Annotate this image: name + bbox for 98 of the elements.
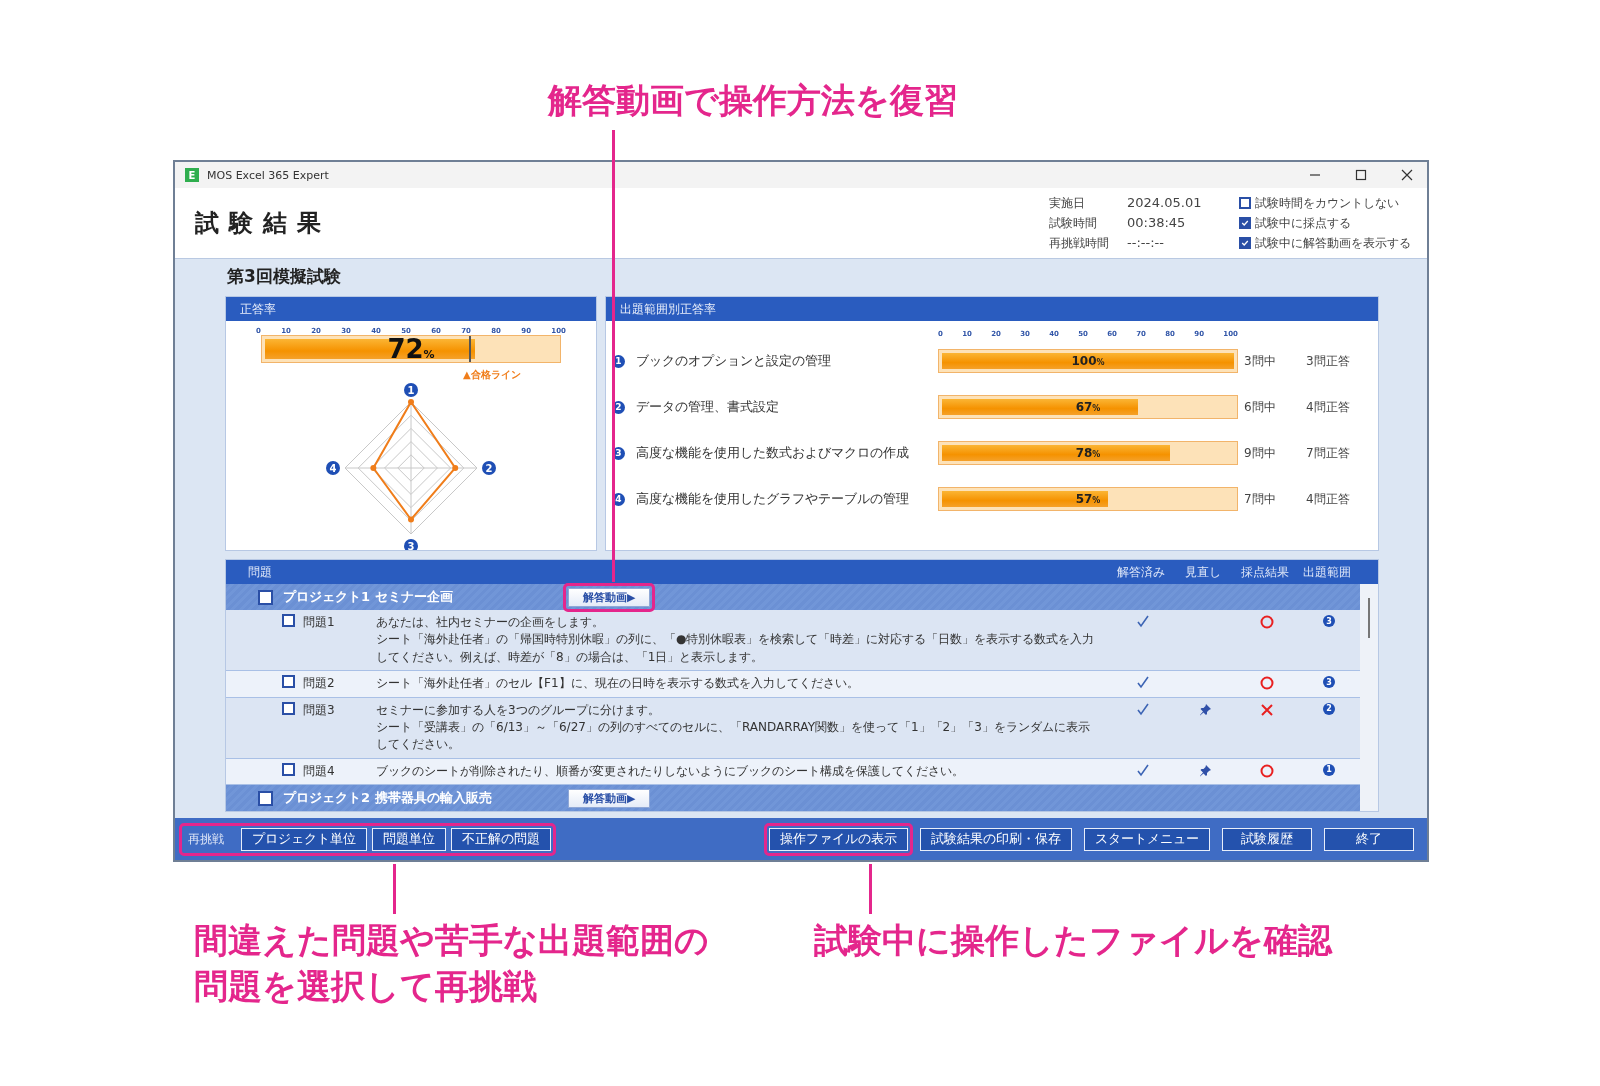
project-title: プロジェクト2 携帯器具の輸入販売 <box>283 789 493 808</box>
domain-name: データの管理、書式設定 <box>636 398 780 416</box>
panel-header: 出題範囲別正答率 <box>606 297 1378 321</box>
question-count: 7問中 <box>1244 490 1277 508</box>
axis-number: 3 <box>404 539 418 550</box>
project-title: プロジェクト1 セミナー企画 <box>283 588 454 606</box>
question-row[interactable]: 問題2 シート「海外赴任者」のセル【F1】に、現在の日時を表示する数式を入力してください。 3 <box>226 671 1360 698</box>
option-label: 試験中に解答動画を表示する <box>1255 234 1411 252</box>
question-text: セミナーに参加する人を3つのグループに分けます。 <box>376 701 661 719</box>
axis-number: 2 <box>482 461 496 475</box>
question-label: 問題1 <box>303 614 335 631</box>
action-button[interactable]: スタートメニュー <box>1084 827 1210 851</box>
axis-number: 4 <box>326 461 340 475</box>
retry-label: 再挑戦 <box>187 830 225 848</box>
correct-count: 4問正答 <box>1306 398 1351 416</box>
option-label: 試験中に採点する <box>1255 214 1351 232</box>
checkbox[interactable] <box>282 701 295 715</box>
project-row[interactable]: プロジェクト1 セミナー企画 解答動画▶ <box>226 584 1360 610</box>
checkbox[interactable] <box>258 790 273 806</box>
question-row[interactable]: 問題4 ブックのシートが削除されたり、順番が変更されたりしないようにブックのシート構成を保護してください。 1 <box>226 758 1360 786</box>
radar-point <box>452 465 459 471</box>
correct-count: 3問正答 <box>1306 352 1351 370</box>
info-label: 再挑戦時間 <box>1049 234 1110 252</box>
action-button[interactable]: 終了 <box>1324 827 1414 851</box>
axis-number: 1 <box>404 383 418 397</box>
callout-text: 問題を選択して再挑戦 <box>194 964 537 1008</box>
scroll-thumb[interactable] <box>1368 598 1370 638</box>
option-label: 試験時間をカウントしない <box>1255 194 1399 212</box>
checkbox[interactable] <box>282 614 295 627</box>
question-text: シート「海外赴任者」のセル【F1】に、現在の日時を表示する数式を入力してください。 <box>376 675 860 693</box>
app-icon: E <box>185 168 199 182</box>
question-text: シート「海外赴任者」の「帰国時特別休暇」の列に、「●特別休暇表」を検索して「時差」に対応する「日数」を表示する数式を入力してください。例えば、時差が「8」の場合は、「1日」と表示します。 <box>376 631 1096 666</box>
question-row[interactable]: 問題1 あなたは、社内セミナーの企画をします。 シート「海外赴任者」の「帰国時特別休暇」の列に、「●特別休暇表」を検索して「時差」に対応する「日数」を表示する数式を入力してください。例えば、時差が「8」の場合は、「1日」と表示します。 3 <box>226 610 1360 672</box>
percent-value: 57% <box>1075 492 1101 506</box>
retry-button[interactable]: 問題単位 <box>372 827 446 851</box>
checkbox[interactable] <box>282 762 295 776</box>
correct-count: 7問正答 <box>1306 444 1351 462</box>
domain-name: ブックのオプションと設定の管理 <box>636 352 832 370</box>
checkbox[interactable] <box>1239 217 1251 229</box>
checkbox[interactable] <box>258 589 273 605</box>
retry-button[interactable]: プロジェクト単位 <box>241 827 367 851</box>
action-button[interactable]: 試験履歴 <box>1222 827 1312 851</box>
domain-name: 高度な機能を使用したグラフやテーブルの管理 <box>636 490 910 508</box>
info-label: 実施日 <box>1049 194 1086 212</box>
question-text: シート「受講表」の「6/13」～「6/27」の列のすべてのセルに、「RANDARRAY関数」を使って「1」「2」「3」をランダムに表示してください。 <box>376 718 1091 754</box>
percent-value: 67% <box>1075 400 1101 414</box>
correct-count: 4問正答 <box>1306 490 1351 508</box>
callout-text: 間違えた問題や苦手な出題範囲の <box>194 919 709 962</box>
project-row[interactable]: プロジェクト2 携帯器具の輸入販売 解答動画▶ <box>226 785 1360 812</box>
video-button[interactable]: 解答動画▶ <box>568 587 651 607</box>
range-number: 1 <box>1323 763 1335 776</box>
question-label: 問題2 <box>303 675 335 693</box>
leader-line <box>869 864 872 914</box>
question-text: ブックのシートが削除されたり、順番が変更されたりしないようにブックのシート構成を保護してください。 <box>376 762 965 780</box>
question-count: 3問中 <box>1244 352 1277 370</box>
checkbox[interactable] <box>1239 237 1251 249</box>
column-header: 解答済み <box>1116 564 1166 580</box>
question-row[interactable]: 問題3 セミナーに参加する人を3つのグループに分けます。 シート「受講表」の「6/13」～「6/27」の列のすべてのセルに、「RANDARRAY関数」を使って「1」「2」「3」をランダムに表示してください。 2 <box>226 697 1360 759</box>
retry-button[interactable]: 不正解の問題 <box>451 827 551 851</box>
question-text: あなたは、社内セミナーの企画をします。 <box>376 614 605 631</box>
question-label: 問題3 <box>303 701 335 719</box>
action-button[interactable]: 操作ファイルの表示 <box>769 827 908 851</box>
callout-text: 解答動画で操作方法を復習 <box>548 79 958 122</box>
question-label: 問題4 <box>303 762 335 780</box>
info-value: --:--:-- <box>1127 234 1165 252</box>
window-title: MOS Excel 365 Expert <box>207 168 329 182</box>
panel-header: 正答率 <box>226 297 596 321</box>
action-button[interactable]: 試験結果の印刷・保存 <box>920 827 1072 851</box>
range-number: 3 <box>1323 615 1335 627</box>
checkbox[interactable] <box>1239 197 1251 209</box>
column-header: 見直し <box>1184 564 1222 580</box>
question-count: 6問中 <box>1244 398 1277 416</box>
range-number: 2 <box>1323 702 1335 715</box>
video-button[interactable]: 解答動画▶ <box>568 788 651 808</box>
radar-point <box>370 465 377 471</box>
maximize-icon[interactable] <box>1355 169 1367 181</box>
callout-text: 試験中に操作したファイルを確認 <box>814 919 1332 962</box>
percent-value: 78% <box>1075 446 1101 460</box>
score-value: 72% <box>387 334 435 364</box>
pass-line-label: ▲合格ライン <box>463 368 521 382</box>
radar-point <box>408 399 414 405</box>
exam-name: 第3回模擬試験 <box>227 265 342 288</box>
question-count: 9問中 <box>1244 444 1277 462</box>
close-icon[interactable] <box>1401 169 1413 181</box>
column-header: 採点結果 <box>1240 564 1290 580</box>
checkbox[interactable] <box>282 675 295 689</box>
info-label: 試験時間 <box>1049 214 1098 232</box>
page-title: 試験結果 <box>195 208 332 239</box>
scrollbar[interactable] <box>1360 584 1378 812</box>
info-value: 00:38:45 <box>1127 214 1187 232</box>
radar-point <box>408 516 414 523</box>
info-value: 2024.05.01 <box>1127 194 1203 212</box>
column-header: 問題 <box>247 564 273 580</box>
leader-line <box>393 864 396 914</box>
column-header: 出題範囲 <box>1302 564 1352 580</box>
percent-value: 100% <box>1071 354 1105 368</box>
domain-name: 高度な機能を使用した数式およびマクロの作成 <box>636 444 910 462</box>
range-number: 3 <box>1323 676 1335 689</box>
